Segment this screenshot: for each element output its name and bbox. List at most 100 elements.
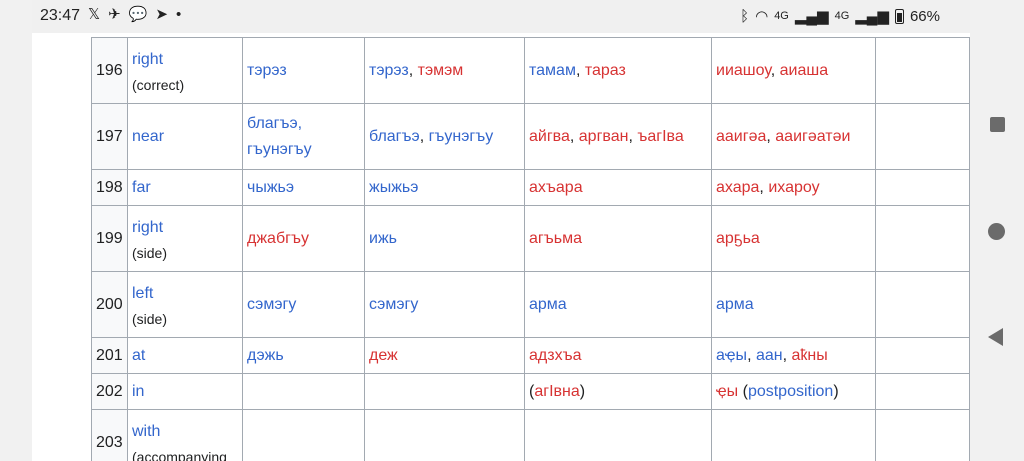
translation-cell-c2: ижь xyxy=(364,205,525,272)
english-word-cell: right (side) xyxy=(127,205,243,272)
english-word-link[interactable]: left xyxy=(132,280,238,308)
translation-link[interactable]: тэрэз xyxy=(247,62,287,79)
send-icon: ➤ xyxy=(155,6,168,23)
translation-link[interactable]: сэмэгу xyxy=(247,296,296,313)
translation-link[interactable]: аиаша xyxy=(780,62,828,79)
row-number: 203 xyxy=(91,409,128,461)
back-button[interactable] xyxy=(988,328,1003,346)
translation-link[interactable]: аaигәатәи xyxy=(775,128,850,145)
system-icons: ᛒ ◠ 4G ▂▄▆ 4G ▂▄▆ 66% xyxy=(740,7,940,26)
translation-link[interactable]: ихароу xyxy=(768,179,819,196)
translation-cell-c4: арҕьа xyxy=(711,205,876,272)
translation-link[interactable]: аҿы xyxy=(716,347,747,364)
table-row: 199 right (side) джабгъу ижь агъьма арҕьа xyxy=(91,205,970,272)
separator-text: , xyxy=(770,61,780,79)
english-word-link[interactable]: right xyxy=(132,46,238,74)
translation-link[interactable]: арҕьа xyxy=(716,230,760,247)
translation-link[interactable]: ижь xyxy=(369,230,397,247)
translation-cell-extra xyxy=(875,337,970,374)
english-word-link[interactable]: at xyxy=(132,342,238,370)
english-word-cell: left (side) xyxy=(127,271,243,338)
translation-link[interactable]: арма xyxy=(529,296,567,313)
home-button[interactable] xyxy=(988,223,1005,240)
signal-icon-1: ▂▄▆ xyxy=(794,8,829,25)
translation-link[interactable]: ииашоу xyxy=(716,62,771,79)
translation-link[interactable]: тэмэм xyxy=(418,62,464,79)
recent-apps-button[interactable] xyxy=(990,117,1005,132)
english-word-link[interactable]: right xyxy=(132,214,238,242)
translation-link[interactable]: postposition xyxy=(748,383,833,400)
translation-cell-c1: тэрэз xyxy=(242,37,365,104)
english-word-cell: with (accompanying xyxy=(127,409,243,461)
translation-link[interactable]: аҟны xyxy=(791,347,827,364)
table-row: 202 in (агӀвна) ҿы (postposition) xyxy=(91,373,970,410)
status-time: 23:47 xyxy=(40,7,81,24)
translation-link[interactable]: аан xyxy=(756,347,783,364)
translation-link[interactable]: ҿы xyxy=(716,383,738,400)
translation-link[interactable]: аргван xyxy=(579,128,629,145)
translation-link[interactable]: агӀвна xyxy=(534,383,579,400)
translation-link[interactable]: арма xyxy=(716,296,754,313)
english-word-note: (accompanying xyxy=(132,448,227,461)
translation-link[interactable]: дэжь xyxy=(247,347,284,364)
translation-cell-c1: сэмэгу xyxy=(242,271,365,338)
translation-link[interactable]: благъэ xyxy=(369,128,420,145)
translation-cell-c4: ииашоу, аиаша xyxy=(711,37,876,104)
battery-icon xyxy=(894,8,904,24)
bluetooth-icon: ᛒ xyxy=(740,7,750,25)
row-number: 200 xyxy=(91,271,128,338)
translation-cell-c4: ҿы (postposition) xyxy=(711,373,876,410)
translation-link[interactable]: агъьма xyxy=(529,230,582,247)
chat-icon: 💬 xyxy=(128,6,148,23)
table-row: 201 at дэжь деж адзхъа аҿы, аан, аҟны xyxy=(91,337,970,374)
translation-link[interactable]: ахъара xyxy=(529,179,583,196)
separator-text: , xyxy=(569,127,579,145)
translation-link[interactable]: адзхъа xyxy=(529,347,581,364)
english-word-link[interactable]: near xyxy=(132,123,238,151)
network-type-2: 4G xyxy=(834,10,850,22)
translation-cell-c1: чыжьэ xyxy=(242,169,365,206)
translation-link[interactable]: тараз xyxy=(585,62,626,79)
wifi-icon: ◠ xyxy=(755,8,769,25)
x-app-icon: 𝕏 xyxy=(88,6,101,23)
translation-cell-c3: адзхъа xyxy=(524,337,712,374)
separator-text: , xyxy=(766,127,776,145)
separator-text: , xyxy=(747,346,756,364)
translation-link[interactable]: гъунэгъу xyxy=(429,128,494,145)
translation-cell-c3: айгва, аргван, ъагӀва xyxy=(524,103,712,170)
english-word-note: (side) xyxy=(132,244,168,261)
translation-link[interactable]: джабгъу xyxy=(247,230,309,247)
translation-link[interactable]: ъагӀва xyxy=(637,128,683,145)
translation-link[interactable]: аaигәа xyxy=(716,128,766,145)
signal-icon-2: ▂▄▆ xyxy=(855,8,889,25)
translation-cell-c1 xyxy=(242,373,365,410)
translation-link[interactable]: айгва xyxy=(529,128,570,145)
translation-cell-extra xyxy=(875,205,970,272)
translation-cell-c3: агъьма xyxy=(524,205,712,272)
word-table: 196 right (correct) тэрэз тэрэз, тэмэм тамам,… xyxy=(91,37,970,461)
row-number: 196 xyxy=(91,37,128,104)
translation-link[interactable]: благъэ, xyxy=(247,115,302,132)
translation-cell-extra xyxy=(875,409,970,461)
english-word-cell: near xyxy=(127,103,243,170)
translation-cell-c2 xyxy=(364,373,525,410)
english-word-link[interactable]: in xyxy=(132,378,238,406)
translation-cell-extra xyxy=(875,373,970,410)
english-word-cell: in xyxy=(127,373,243,410)
translation-link[interactable]: ахара xyxy=(716,179,759,196)
translation-link[interactable]: тэрэз xyxy=(369,62,409,79)
separator-text: ( xyxy=(738,382,748,400)
english-word-link[interactable]: far xyxy=(132,174,238,202)
translation-link[interactable]: чыжьэ xyxy=(247,179,294,196)
translation-link[interactable]: гъунэгъу xyxy=(247,141,312,158)
translation-link[interactable]: сэмэгу xyxy=(369,296,418,313)
separator-text: ) xyxy=(833,382,839,400)
translation-link[interactable]: жыжьэ xyxy=(369,179,418,196)
separator-text: , xyxy=(419,127,429,145)
page-content[interactable]: 196 right (correct) тэрэз тэрэз, тэмэм тамам,… xyxy=(32,33,970,461)
translation-link[interactable]: деж xyxy=(369,347,398,364)
row-number: 201 xyxy=(91,337,128,374)
translation-cell-extra xyxy=(875,103,970,170)
translation-link[interactable]: тамам xyxy=(529,62,576,79)
english-word-link[interactable]: with xyxy=(132,418,238,446)
